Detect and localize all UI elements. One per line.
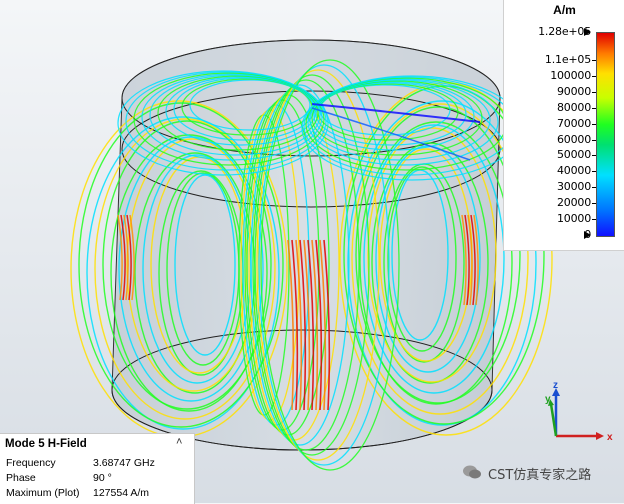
legend-tick-label: 40000 (557, 164, 591, 178)
color-legend: A/m 1.28e+05 1.1e+05 100000 90000 80000 70000… (503, 0, 624, 251)
legend-tick-label: 70000 (557, 116, 591, 130)
legend-tick-mark (592, 203, 596, 205)
legend-tick-label: 1.1e+05 (544, 52, 591, 66)
legend-limit-arrow (584, 28, 591, 36)
legend-unit-label: A/m (553, 3, 576, 17)
legend-tick-mark (592, 187, 596, 189)
info-maximum-value: 127554 A/m (93, 487, 150, 499)
chevron-up-icon[interactable]: ˄ (176, 436, 182, 448)
axis-y-label: y (545, 394, 551, 405)
wechat-icon (463, 465, 481, 479)
legend-tick-mark (592, 91, 596, 93)
legend-tick-mark (592, 171, 596, 173)
legend-tick-mark (592, 155, 596, 157)
field-info-panel: Mode 5 H-Field ˄ Frequency 3.68747 GHz P… (0, 433, 195, 504)
legend-tick-mark (592, 107, 596, 109)
watermark-text: CST仿真专家之路 (488, 468, 592, 483)
legend-tick-label: 20000 (557, 196, 591, 210)
legend-limit-arrow (584, 231, 591, 239)
info-phase-value: 90 ° (93, 472, 112, 484)
legend-tick-mark (592, 139, 596, 141)
info-phase-label: Phase (6, 472, 36, 484)
legend-tick-label: 30000 (557, 180, 591, 194)
info-maximum-label: Maximum (Plot) (6, 487, 80, 499)
legend-tick-mark (592, 59, 596, 61)
info-frequency-value: 3.68747 GHz (93, 457, 155, 469)
legend-tick-label: 50000 (557, 148, 591, 162)
info-title: Mode 5 H-Field (5, 438, 87, 450)
colorbar (596, 32, 615, 237)
legend-tick-label: 10000 (557, 212, 591, 226)
axis-z-label: z (553, 380, 558, 391)
axis-x-label: x (607, 432, 613, 443)
legend-tick-label: 90000 (557, 84, 591, 98)
legend-tick-label: 60000 (557, 132, 591, 146)
legend-tick-mark (592, 123, 596, 125)
info-frequency-label: Frequency (6, 457, 56, 469)
legend-tick-label: 100000 (550, 68, 591, 82)
axis-triad: z y x (545, 380, 613, 443)
legend-tick-mark (592, 219, 596, 221)
legend-tick-label: 80000 (557, 100, 591, 114)
legend-tick-mark (592, 75, 596, 77)
